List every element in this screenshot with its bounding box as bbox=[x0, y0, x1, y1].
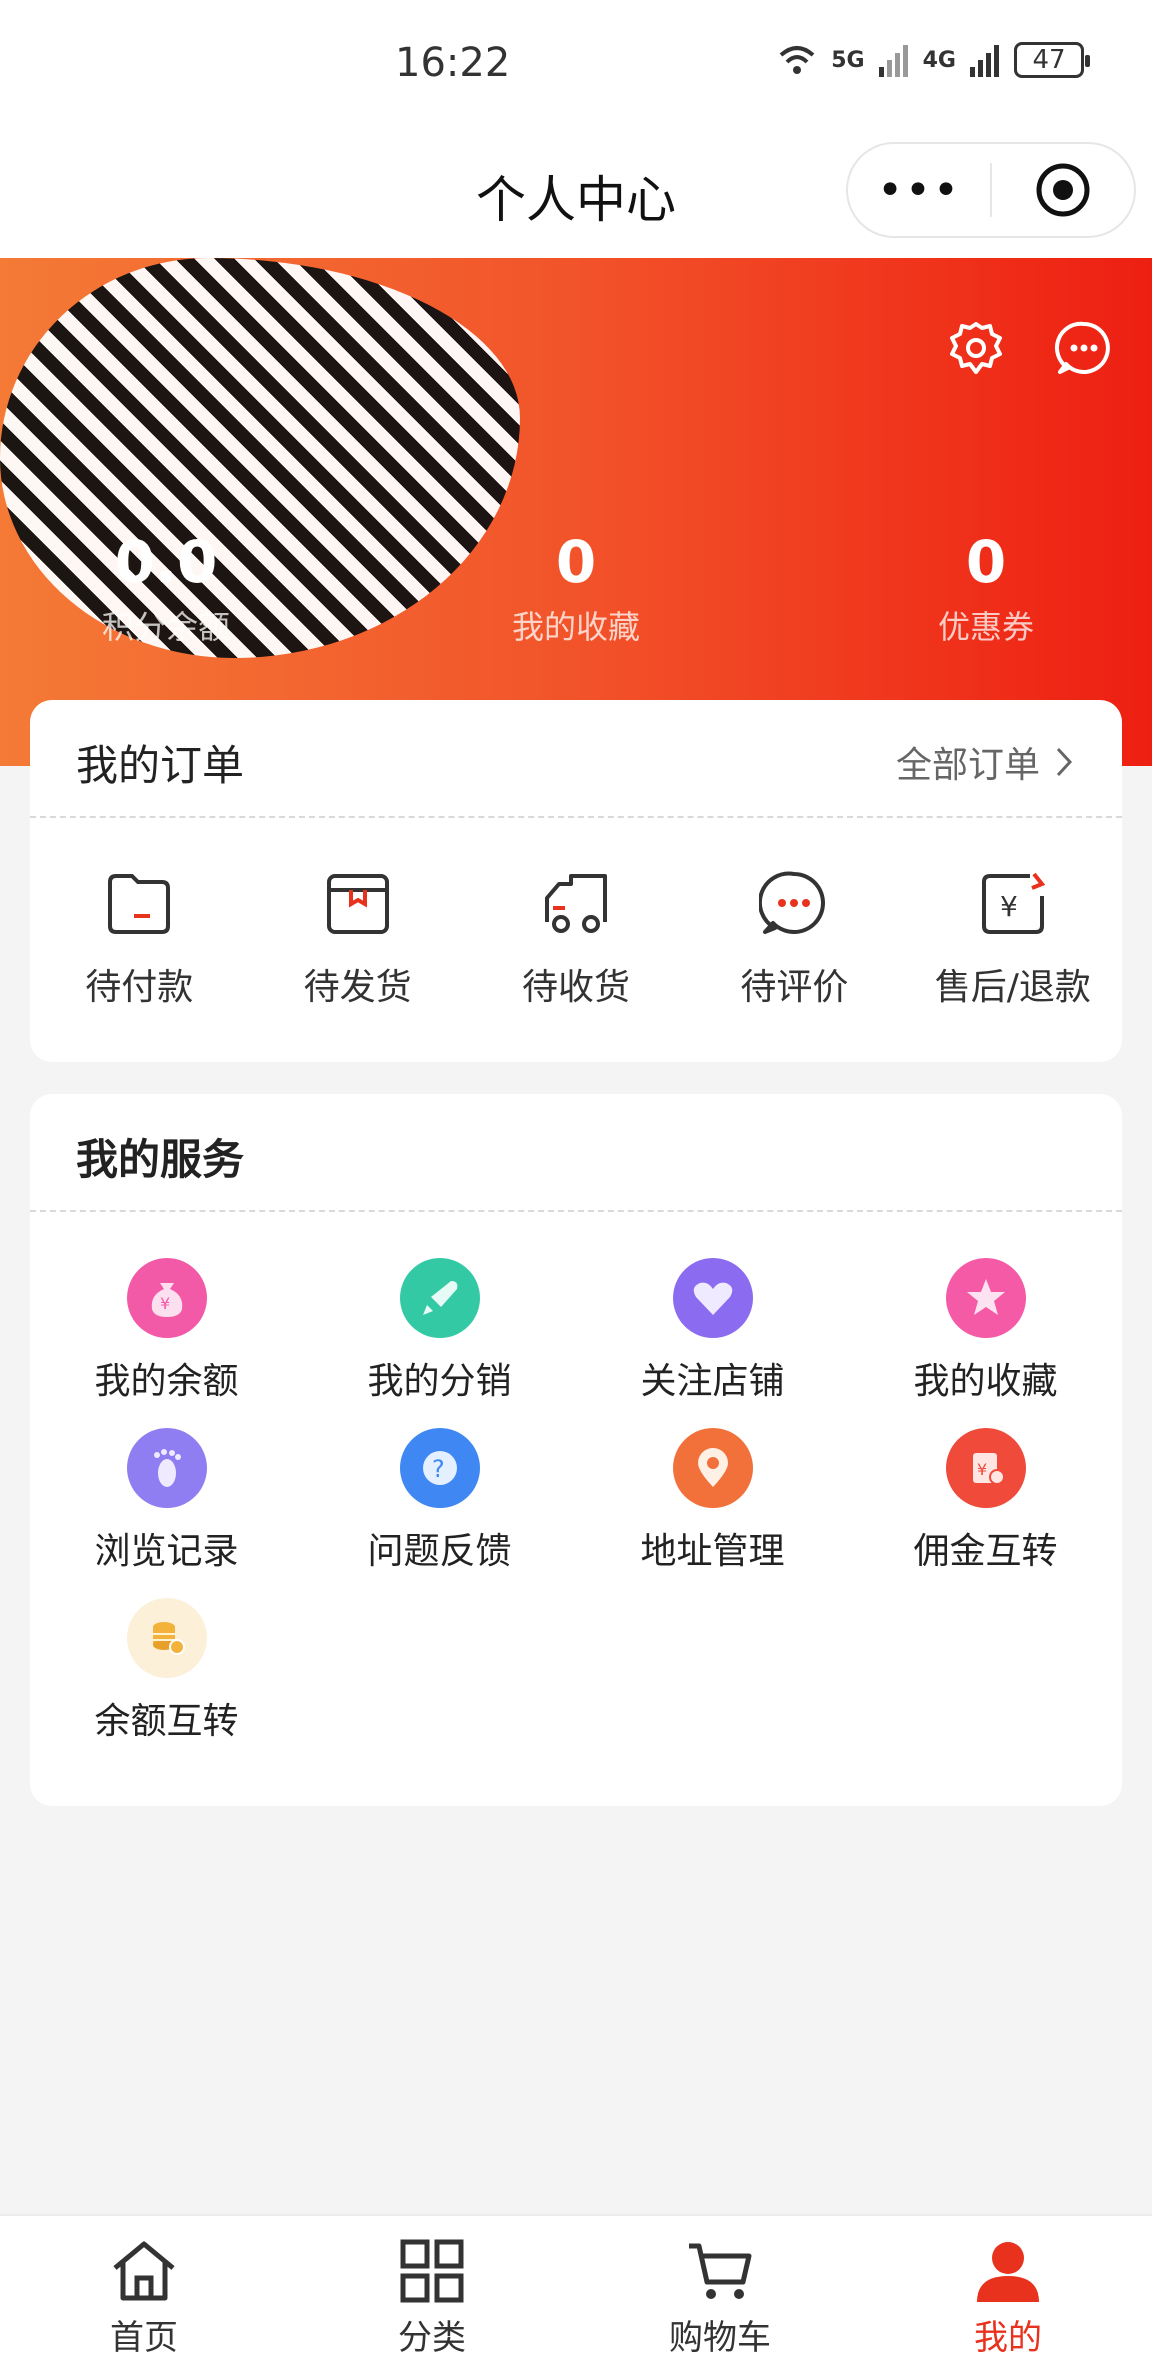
stat-favorites[interactable]: 0 我的收藏 bbox=[446, 528, 706, 648]
service-label: 余额互转 bbox=[94, 1701, 239, 1742]
order-pending-receipt[interactable]: 待收货 bbox=[467, 868, 685, 1010]
service-followed-shops[interactable]: 关注店铺 bbox=[576, 1258, 849, 1404]
services-header: 我的服务 bbox=[30, 1094, 1122, 1212]
orders-title: 我的订单 bbox=[76, 741, 245, 790]
order-label: 待发货 bbox=[303, 967, 412, 1008]
tab-bar: 首页 分类 购物车 我的 bbox=[0, 2214, 1152, 2376]
orders-header: 我的订单 全部订单 bbox=[30, 700, 1122, 818]
message-icon[interactable] bbox=[1054, 318, 1114, 378]
services-card: 我的服务 ¥ 我的余额 我的分销 关注店铺 我的收藏 浏览记录 ? 问题反馈 地… bbox=[30, 1094, 1122, 1806]
chevron-right-icon bbox=[1056, 747, 1073, 777]
service-label: 我的分销 bbox=[367, 1361, 512, 1402]
battery-icon: 47 bbox=[1014, 42, 1090, 78]
service-label: 浏览记录 bbox=[94, 1531, 239, 1572]
mini-program-capsule: ••• bbox=[846, 142, 1136, 238]
tab-category[interactable]: 分类 bbox=[288, 2216, 576, 2376]
location-icon bbox=[672, 1428, 753, 1508]
orders-row: 待付款 待发货 待收货 待评价 ¥ 售后/退款 bbox=[30, 818, 1122, 1010]
service-balance-transfer[interactable]: 余额互转 bbox=[30, 1598, 303, 1744]
money-bag-icon: ¥ bbox=[126, 1258, 207, 1338]
star-icon bbox=[945, 1258, 1026, 1338]
all-orders-label: 全部订单 bbox=[895, 745, 1040, 786]
all-orders-link[interactable]: 全部订单 bbox=[896, 736, 1074, 788]
stat-value: 0 bbox=[965, 528, 1007, 596]
service-favorites[interactable]: 我的收藏 bbox=[849, 1258, 1122, 1404]
service-history[interactable]: 浏览记录 bbox=[30, 1428, 303, 1574]
wifi-icon bbox=[779, 46, 815, 74]
comment-icon bbox=[759, 871, 826, 934]
tab-home[interactable]: 首页 bbox=[0, 2216, 288, 2376]
question-icon: ? bbox=[399, 1428, 480, 1508]
signal-5g: 5G bbox=[831, 47, 865, 73]
target-icon bbox=[1036, 163, 1090, 217]
order-label: 待付款 bbox=[85, 967, 194, 1008]
order-pending-shipment[interactable]: 待发货 bbox=[248, 868, 466, 1010]
signal-bars-icon bbox=[970, 45, 999, 77]
service-label: 我的收藏 bbox=[913, 1361, 1058, 1402]
nav-bar: 个人中心 ••• bbox=[0, 132, 1152, 258]
more-button[interactable]: ••• bbox=[848, 165, 990, 216]
settings-icon[interactable] bbox=[946, 318, 1006, 378]
svg-text:?: ? bbox=[432, 1455, 445, 1483]
heart-icon bbox=[672, 1258, 753, 1338]
home-icon bbox=[113, 2241, 175, 2301]
services-title: 我的服务 bbox=[76, 1135, 245, 1184]
status-bar: 16:22 5G 4G 47 bbox=[0, 0, 1152, 132]
signal-bars-icon bbox=[878, 45, 908, 77]
signal-4g: 4G bbox=[922, 47, 956, 73]
stat-coupons[interactable]: 0 优惠券 bbox=[856, 528, 1116, 648]
service-commission-transfer[interactable]: ¥ 佣金互转 bbox=[849, 1428, 1122, 1574]
svg-text:¥: ¥ bbox=[160, 1294, 170, 1313]
service-label: 地址管理 bbox=[640, 1531, 785, 1572]
cart-icon bbox=[689, 2243, 752, 2299]
tab-label: 首页 bbox=[110, 2318, 178, 2358]
service-label: 我的余额 bbox=[94, 1361, 239, 1402]
box-icon bbox=[326, 874, 389, 934]
commission-icon: ¥ bbox=[945, 1428, 1026, 1508]
rocket-icon bbox=[399, 1258, 480, 1338]
header-icons bbox=[946, 318, 1114, 378]
tab-label: 分类 bbox=[398, 2318, 466, 2358]
service-distribution[interactable]: 我的分销 bbox=[303, 1258, 576, 1404]
truck-icon bbox=[544, 874, 607, 933]
stat-label: 优惠券 bbox=[937, 608, 1034, 646]
orders-card: 我的订单 全部订单 待付款 待发货 待收货 待评价 ¥ 售后/退款 bbox=[30, 700, 1122, 1062]
status-time: 16:22 bbox=[395, 40, 511, 86]
wallet-icon bbox=[108, 874, 171, 934]
coins-icon bbox=[126, 1598, 207, 1678]
svg-text:¥: ¥ bbox=[977, 1460, 987, 1479]
svg-text:¥: ¥ bbox=[1000, 890, 1018, 923]
order-label: 售后/退款 bbox=[934, 967, 1091, 1008]
order-pending-payment[interactable]: 待付款 bbox=[30, 868, 248, 1010]
service-label: 问题反馈 bbox=[367, 1531, 512, 1572]
order-pending-review[interactable]: 待评价 bbox=[685, 868, 903, 1010]
tab-mine[interactable]: 我的 bbox=[864, 2216, 1152, 2376]
service-feedback[interactable]: ? 问题反馈 bbox=[303, 1428, 576, 1574]
stat-value: 0.0 bbox=[114, 528, 218, 596]
stat-points[interactable]: 0.0 积分余额 bbox=[36, 528, 296, 648]
stat-label: 我的收藏 bbox=[511, 608, 640, 646]
tab-label: 我的 bbox=[974, 2318, 1042, 2358]
footprint-icon bbox=[126, 1428, 207, 1508]
order-label: 待收货 bbox=[521, 967, 630, 1008]
services-grid: ¥ 我的余额 我的分销 关注店铺 我的收藏 浏览记录 ? 问题反馈 地址管理 ¥… bbox=[30, 1212, 1122, 1744]
refund-icon: ¥ bbox=[981, 872, 1045, 934]
close-button[interactable] bbox=[992, 162, 1134, 218]
tab-label: 购物车 bbox=[669, 2318, 771, 2358]
service-label: 佣金互转 bbox=[913, 1531, 1058, 1572]
service-address[interactable]: 地址管理 bbox=[576, 1428, 849, 1574]
order-after-sales[interactable]: ¥ 售后/退款 bbox=[904, 868, 1122, 1010]
order-label: 待评价 bbox=[740, 967, 849, 1008]
tab-cart[interactable]: 购物车 bbox=[576, 2216, 864, 2376]
stat-label: 积分余额 bbox=[101, 608, 230, 646]
service-balance[interactable]: ¥ 我的余额 bbox=[30, 1258, 303, 1404]
grid-icon bbox=[400, 2239, 464, 2303]
user-icon bbox=[977, 2242, 1039, 2302]
profile-header: 0.0 积分余额 0 我的收藏 0 优惠券 bbox=[0, 258, 1152, 766]
status-icons: 5G 4G 47 bbox=[777, 42, 1090, 78]
service-label: 关注店铺 bbox=[640, 1361, 785, 1402]
stat-value: 0 bbox=[555, 528, 597, 596]
